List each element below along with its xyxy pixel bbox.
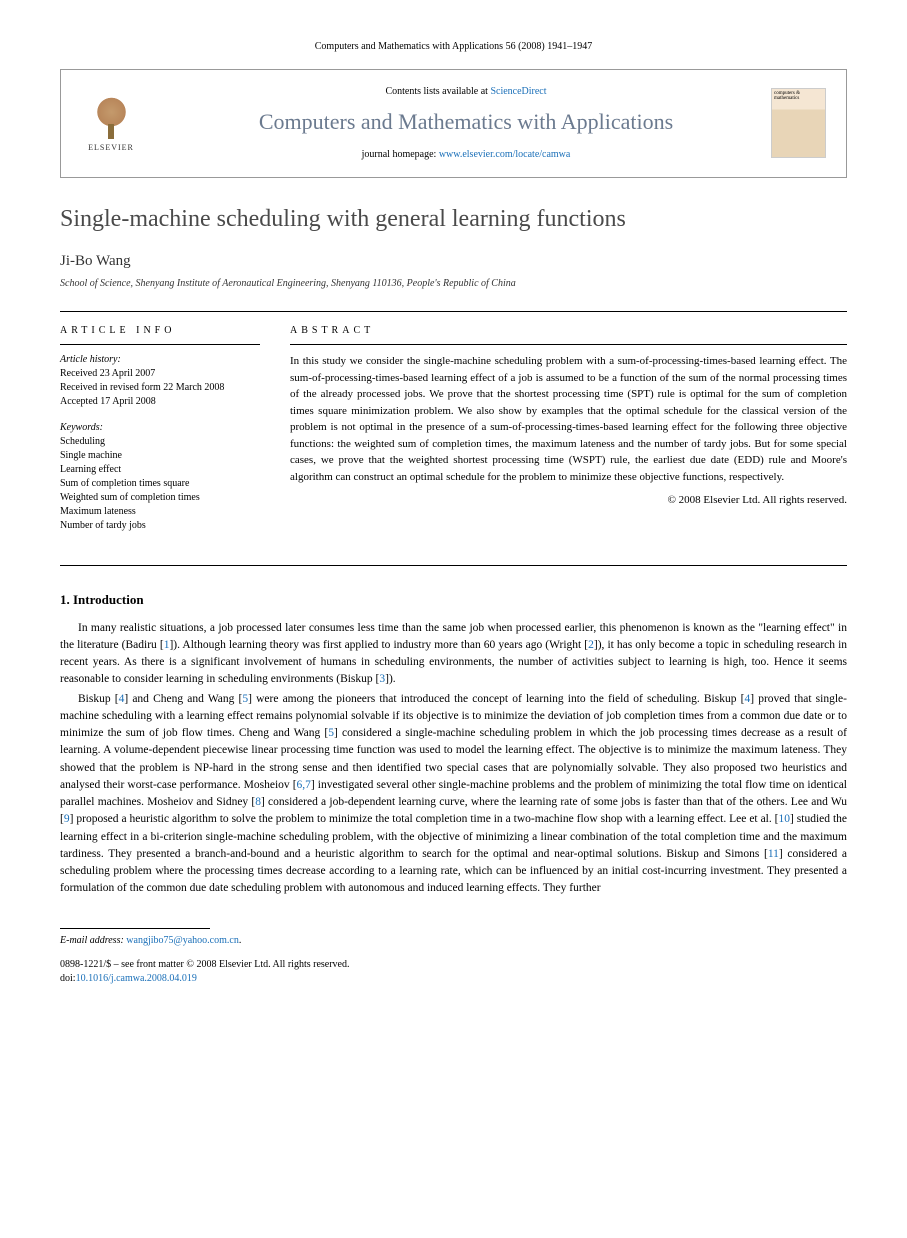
doi-prefix: doi:	[60, 973, 76, 984]
homepage-prefix: journal homepage:	[362, 149, 439, 160]
ref-link[interactable]: 1	[164, 639, 170, 651]
elsevier-logo: ELSEVIER	[81, 88, 141, 158]
abstract-copyright: © 2008 Elsevier Ltd. All rights reserved…	[290, 493, 847, 508]
cover-title-text: computers & mathematics	[774, 91, 823, 101]
abstract-text: In this study we consider the single-mac…	[290, 353, 847, 485]
history-label: Article history:	[60, 353, 260, 367]
doi-link[interactable]: 10.1016/j.camwa.2008.04.019	[76, 973, 197, 984]
journal-cover-thumbnail: computers & mathematics	[771, 88, 826, 158]
doi-line: doi:10.1016/j.camwa.2008.04.019	[60, 972, 847, 986]
article-info-label: ARTICLE INFO	[60, 324, 260, 345]
keyword-item: Maximum lateness	[60, 505, 260, 519]
keyword-item: Weighted sum of completion times	[60, 491, 260, 505]
author-affiliation: School of Science, Shenyang Institute of…	[60, 277, 847, 291]
keyword-item: Scheduling	[60, 435, 260, 449]
ref-link[interactable]: 4	[119, 693, 125, 705]
keywords-label: Keywords:	[60, 421, 260, 435]
email-line: E-mail address: wangjibo75@yahoo.com.cn.	[60, 934, 847, 948]
author-name: Ji-Bo Wang	[60, 251, 847, 272]
journal-header-line: Computers and Mathematics with Applicati…	[60, 40, 847, 54]
ref-link[interactable]: 11	[768, 848, 779, 860]
history-item: Received in revised form 22 March 2008	[60, 381, 260, 395]
journal-header-box: ELSEVIER Contents lists available at Sci…	[60, 69, 847, 178]
section-heading-intro: 1. Introduction	[60, 591, 847, 609]
history-item: Accepted 17 April 2008	[60, 395, 260, 409]
keyword-item: Single machine	[60, 449, 260, 463]
ref-link[interactable]: 2	[588, 639, 594, 651]
keyword-item: Sum of completion times square	[60, 477, 260, 491]
publisher-name: ELSEVIER	[88, 142, 134, 153]
footer-divider	[60, 928, 210, 929]
footer-block: E-mail address: wangjibo75@yahoo.com.cn.…	[60, 934, 847, 986]
abstract-column: ABSTRACT In this study we consider the s…	[290, 324, 847, 545]
issn-line: 0898-1221/$ – see front matter © 2008 El…	[60, 958, 847, 972]
keywords-block: Keywords: Scheduling Single machine Lear…	[60, 421, 260, 533]
intro-paragraph-1: In many realistic situations, a job proc…	[60, 620, 847, 689]
ref-link[interactable]: 6,7	[297, 779, 311, 791]
email-label: E-mail address:	[60, 935, 126, 946]
divider-bottom	[60, 565, 847, 566]
article-info-column: ARTICLE INFO Article history: Received 2…	[60, 324, 260, 545]
ref-link[interactable]: 8	[255, 796, 261, 808]
homepage-link[interactable]: www.elsevier.com/locate/camwa	[439, 149, 571, 160]
contents-prefix: Contents lists available at	[385, 86, 490, 97]
author-email-link[interactable]: wangjibo75@yahoo.com.cn	[126, 935, 239, 946]
article-history-block: Article history: Received 23 April 2007 …	[60, 353, 260, 409]
ref-link[interactable]: 5	[328, 727, 334, 739]
sciencedirect-link[interactable]: ScienceDirect	[490, 86, 546, 97]
intro-paragraph-2: Biskup [4] and Cheng and Wang [5] were a…	[60, 691, 847, 898]
body-text: In many realistic situations, a job proc…	[60, 620, 847, 898]
abstract-label: ABSTRACT	[290, 324, 847, 345]
keyword-item: Learning effect	[60, 463, 260, 477]
ref-link[interactable]: 10	[779, 813, 791, 825]
header-center: Contents lists available at ScienceDirec…	[161, 85, 771, 162]
journal-name: Computers and Mathematics with Applicati…	[161, 107, 771, 138]
keyword-item: Number of tardy jobs	[60, 519, 260, 533]
contents-available-line: Contents lists available at ScienceDirec…	[161, 85, 771, 99]
article-title: Single-machine scheduling with general l…	[60, 203, 847, 237]
ref-link[interactable]: 3	[379, 673, 385, 685]
ref-link[interactable]: 5	[242, 693, 248, 705]
ref-link[interactable]: 9	[64, 813, 70, 825]
info-abstract-row: ARTICLE INFO Article history: Received 2…	[60, 324, 847, 545]
history-item: Received 23 April 2007	[60, 367, 260, 381]
divider-top	[60, 311, 847, 312]
homepage-line: journal homepage: www.elsevier.com/locat…	[161, 148, 771, 162]
ref-link[interactable]: 4	[744, 693, 750, 705]
elsevier-tree-icon	[89, 94, 134, 139]
